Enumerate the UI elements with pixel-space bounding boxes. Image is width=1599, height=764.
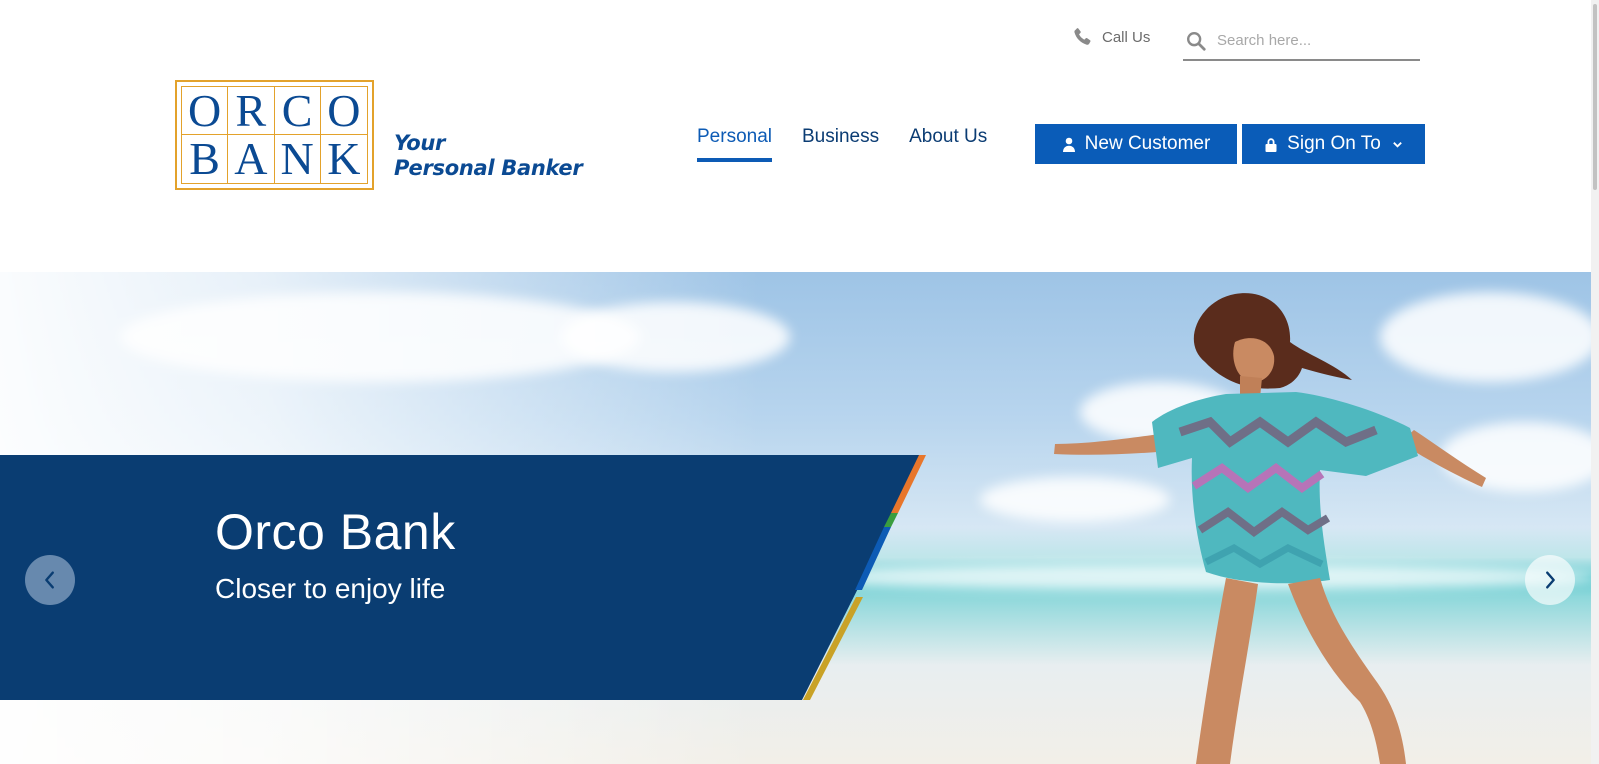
call-us-link[interactable]: Call Us	[1071, 26, 1150, 48]
carousel-next-button[interactable]	[1525, 555, 1575, 605]
hero-subtitle: Closer to enjoy life	[215, 573, 446, 604]
logo-letter: R	[228, 87, 275, 135]
call-us-label: Call Us	[1102, 28, 1151, 46]
sign-on-to-button[interactable]: Sign On To	[1242, 124, 1425, 164]
page: Call Us O R C O B A N K Your Personal Ba…	[0, 0, 1599, 764]
new-customer-button[interactable]: New Customer	[1035, 124, 1237, 164]
tagline-line-2: Personal Banker	[394, 156, 583, 180]
logo-letter: N	[275, 135, 321, 183]
logo-letter: O	[182, 87, 229, 135]
chevron-left-icon	[45, 571, 54, 589]
logo-tagline: Your Personal Banker	[394, 131, 583, 181]
logo-grid: O R C O B A N K	[181, 86, 368, 184]
hero-title: Orco Bank	[215, 504, 456, 560]
logo-letter: O	[320, 87, 367, 135]
nav-item-business[interactable]: Business	[802, 126, 879, 162]
chevron-right-icon	[1546, 571, 1555, 589]
carousel-prev-button[interactable]	[25, 555, 75, 605]
logo-letter: A	[228, 135, 275, 183]
scrollbar[interactable]	[1591, 0, 1599, 764]
search-box	[1183, 22, 1420, 61]
chevron-down-icon	[1393, 141, 1402, 148]
logo-letter: C	[274, 87, 321, 135]
tagline-line-1: Your	[394, 131, 446, 155]
logo-letter: B	[182, 135, 229, 183]
user-icon	[1062, 137, 1075, 152]
phone-icon	[1074, 28, 1091, 45]
nav-item-personal[interactable]: Personal	[697, 126, 772, 162]
logo-letter: K	[327, 133, 361, 184]
banner-accent-stripes	[803, 455, 926, 700]
scrollbar-thumb[interactable]	[1593, 4, 1597, 190]
orco-bank-logo[interactable]: O R C O B A N K	[175, 80, 374, 190]
lock-icon	[1265, 137, 1277, 152]
new-customer-label: New Customer	[1084, 133, 1211, 154]
nav-item-about-us[interactable]: About Us	[909, 126, 987, 162]
search-input[interactable]	[1217, 32, 1407, 49]
sign-on-to-label: Sign On To	[1287, 133, 1381, 154]
search-icon[interactable]	[1185, 30, 1207, 52]
woman-on-beach-image	[1054, 293, 1486, 764]
hero-carousel: Orco Bank Closer to enjoy life	[0, 272, 1599, 764]
main-nav: Personal Business About Us	[697, 126, 987, 162]
